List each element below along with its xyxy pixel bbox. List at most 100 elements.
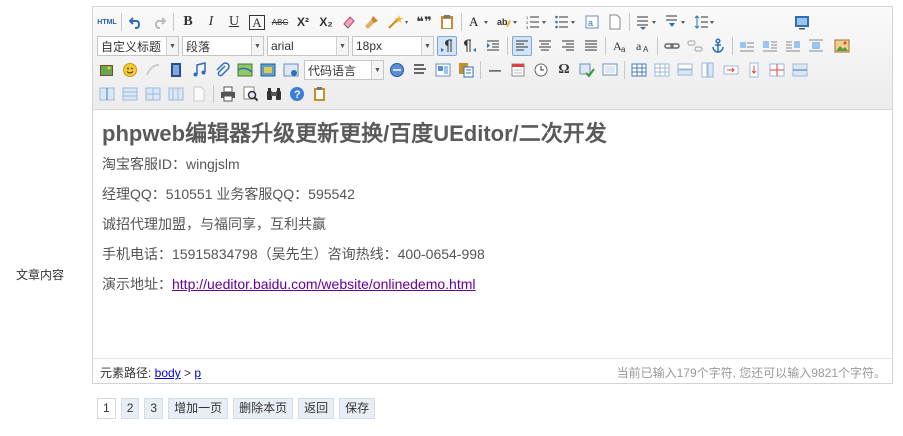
merge-right-button[interactable] — [721, 60, 741, 80]
multi-image-button[interactable] — [97, 60, 117, 80]
scrawl-button[interactable] — [143, 60, 163, 80]
table-props-button[interactable] — [120, 84, 140, 104]
tolowercase-button[interactable]: aA — [633, 36, 653, 56]
anchor-button[interactable] — [708, 36, 728, 56]
rowspacing-bottom-button[interactable] — [663, 12, 689, 32]
music-button[interactable] — [189, 60, 209, 80]
font-size-select[interactable]: 18px ▼ — [352, 36, 434, 56]
path-p-link[interactable]: p — [194, 366, 201, 380]
forecolor-button[interactable]: A — [466, 12, 492, 32]
fontborder-button[interactable]: A — [247, 12, 267, 32]
insert-date-button[interactable] — [508, 60, 528, 80]
insert-row-button[interactable] — [675, 60, 695, 80]
word-image-button[interactable] — [456, 60, 476, 80]
image-center-button[interactable] — [806, 36, 826, 56]
page-3-button[interactable]: 3 — [144, 398, 164, 419]
superscript-button[interactable]: X² — [293, 12, 313, 32]
chart-button[interactable] — [189, 84, 209, 104]
attachment-button[interactable] — [212, 60, 232, 80]
gmap-button[interactable] — [258, 60, 278, 80]
redo-button[interactable] — [149, 12, 169, 32]
touppercase-button[interactable]: Aa — [610, 36, 630, 56]
editor-content-area[interactable]: phpweb编辑器升级更新更换/百度UEditor/二次开发 淘宝客服ID：wi… — [102, 119, 882, 305]
special-chars-button[interactable]: Ω — [554, 60, 574, 80]
insert-frame-button[interactable] — [281, 60, 301, 80]
insert-time-button[interactable] — [531, 60, 551, 80]
align-center-button[interactable] — [535, 36, 555, 56]
split-cols-button[interactable] — [97, 84, 117, 104]
help-button[interactable]: ? — [287, 84, 307, 104]
template-button[interactable] — [410, 60, 430, 80]
cell-props-button[interactable] — [143, 84, 163, 104]
image-right-button[interactable] — [783, 36, 803, 56]
selectall-button[interactable]: a — [582, 12, 602, 32]
path-body-link[interactable]: body — [155, 366, 181, 380]
print-button[interactable] — [218, 84, 238, 104]
custom-style-select[interactable]: 自定义标题 ▼ — [97, 36, 179, 56]
font-family-select[interactable]: arial ▼ — [267, 36, 349, 56]
rowspacing-top-button[interactable] — [634, 12, 660, 32]
align-left-button[interactable] — [512, 36, 532, 56]
bold-button[interactable]: B — [178, 12, 198, 32]
eraser-button[interactable] — [339, 12, 359, 32]
wordimage-button[interactable] — [600, 60, 620, 80]
lineheight-button[interactable] — [692, 12, 718, 32]
page-break-button[interactable] — [387, 60, 407, 80]
preview-button[interactable] — [241, 84, 261, 104]
indent-button[interactable] — [483, 36, 503, 56]
backcolor-button[interactable]: ab — [495, 12, 521, 32]
insert-col-button[interactable] — [698, 60, 718, 80]
insert-video-button[interactable] — [166, 60, 186, 80]
ordered-list-button[interactable]: 123 — [524, 12, 550, 32]
image-none-button[interactable] — [737, 36, 757, 56]
spellcheck-button[interactable] — [577, 60, 597, 80]
spellcheck-icon — [579, 63, 595, 78]
italic-button[interactable]: I — [201, 12, 221, 32]
clock-icon — [534, 63, 548, 77]
horizontal-rule-button[interactable]: — — [485, 60, 505, 80]
insert-image-button[interactable] — [832, 36, 852, 56]
sort-table-button[interactable] — [166, 84, 186, 104]
delete-page-button[interactable]: 删除本页 — [233, 398, 294, 419]
format-painter-button[interactable] — [362, 12, 382, 32]
demo-link[interactable]: http://ueditor.baidu.com/website/onlined… — [172, 276, 476, 292]
align-justify-button[interactable] — [581, 36, 601, 56]
map-button[interactable] — [235, 60, 255, 80]
strikethrough-button[interactable]: ABC — [270, 12, 290, 32]
search-replace-button[interactable] — [264, 84, 284, 104]
ltr-direction-button[interactable] — [437, 36, 457, 56]
split-cells-button[interactable] — [767, 60, 787, 80]
code-language-select[interactable]: 代码语言 ▼ — [304, 60, 384, 80]
delete-table-button[interactable] — [652, 60, 672, 80]
fullscreen-button[interactable] — [792, 12, 812, 32]
page-1-button[interactable]: 1 — [97, 398, 116, 419]
blockquote-button[interactable]: ❝❞ — [414, 12, 434, 32]
cleardoc-button[interactable] — [605, 12, 625, 32]
autotypeset-button[interactable] — [385, 12, 411, 32]
split-rows-button[interactable] — [790, 60, 810, 80]
emotion-button[interactable] — [120, 60, 140, 80]
background-button[interactable] — [433, 60, 453, 80]
save-button[interactable]: 保存 — [339, 398, 376, 419]
align-right-button[interactable] — [558, 36, 578, 56]
source-code-button[interactable]: HTML — [97, 12, 117, 32]
drafts-button[interactable] — [310, 84, 330, 104]
subscript-button[interactable]: X₂ — [316, 12, 336, 32]
underline-button[interactable]: U — [224, 12, 244, 32]
unordered-list-button[interactable] — [553, 12, 579, 32]
link-button[interactable] — [662, 36, 682, 56]
back-button[interactable]: 返回 — [298, 398, 335, 419]
chevron-down-icon: ▼ — [371, 61, 383, 79]
page-2-button[interactable]: 2 — [120, 398, 140, 419]
undo-button[interactable] — [126, 12, 146, 32]
unlink-button[interactable] — [685, 36, 705, 56]
rtl-direction-button[interactable] — [460, 36, 480, 56]
add-page-button[interactable]: 增加一页 — [168, 398, 229, 419]
insert-table-button[interactable] — [629, 60, 649, 80]
image-left-button[interactable] — [760, 36, 780, 56]
calendar-icon — [511, 63, 525, 77]
paste-plain-button[interactable] — [437, 12, 457, 32]
word-image-icon — [459, 63, 474, 78]
merge-down-button[interactable] — [744, 60, 764, 80]
paragraph-format-select[interactable]: 段落 ▼ — [182, 36, 264, 56]
